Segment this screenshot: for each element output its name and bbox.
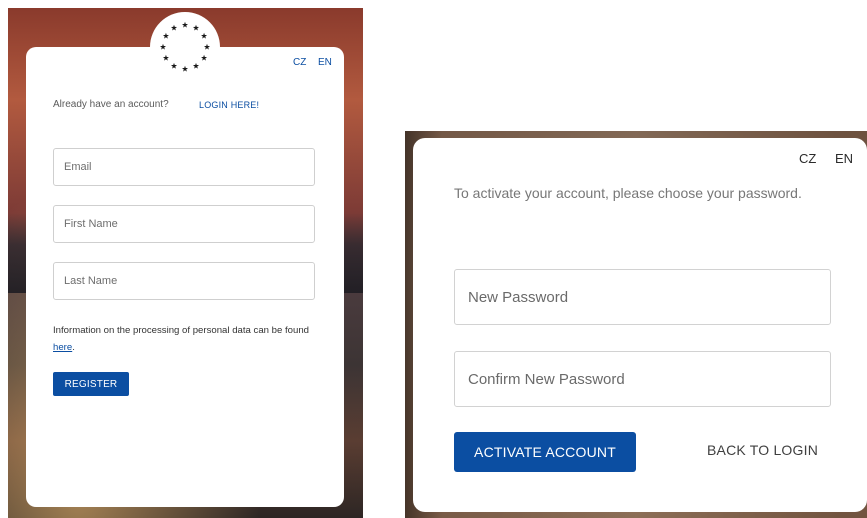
eu-stars-icon xyxy=(159,21,211,72)
star-icon xyxy=(162,54,169,61)
email-field[interactable] xyxy=(53,148,315,186)
lang-en-link[interactable]: EN xyxy=(318,57,332,68)
activate-account-button[interactable]: ACTIVATE ACCOUNT xyxy=(454,432,636,472)
lang-en-link[interactable]: EN xyxy=(835,151,853,166)
star-icon xyxy=(159,43,167,50)
lang-cz-link[interactable]: CZ xyxy=(799,151,816,166)
last-name-field[interactable] xyxy=(53,262,315,300)
star-icon xyxy=(181,65,189,72)
star-icon xyxy=(162,32,169,39)
new-password-field[interactable] xyxy=(454,269,831,325)
star-icon xyxy=(192,62,200,69)
star-icon xyxy=(170,24,178,31)
privacy-here-link[interactable]: here xyxy=(53,342,72,353)
back-to-login-link[interactable]: BACK TO LOGIN xyxy=(707,442,818,458)
star-icon xyxy=(170,62,178,69)
activate-instruction: To activate your account, please choose … xyxy=(454,185,802,201)
privacy-info-text: Information on the processing of persona… xyxy=(53,325,310,336)
eu-emblem xyxy=(150,12,220,82)
star-icon xyxy=(201,54,208,61)
register-button[interactable]: REGISTER xyxy=(53,372,129,396)
confirm-password-field[interactable] xyxy=(454,351,831,407)
star-icon xyxy=(192,24,200,31)
lang-cz-link[interactable]: CZ xyxy=(293,57,306,68)
first-name-field[interactable] xyxy=(53,205,315,243)
login-here-link[interactable]: LOGIN HERE! xyxy=(199,100,259,110)
privacy-info-end: . xyxy=(72,342,75,353)
star-icon xyxy=(201,32,208,39)
already-account-text: Already have an account? xyxy=(53,99,169,110)
privacy-info: Information on the processing of persona… xyxy=(53,322,321,356)
star-icon xyxy=(203,43,211,50)
star-icon xyxy=(181,21,189,28)
